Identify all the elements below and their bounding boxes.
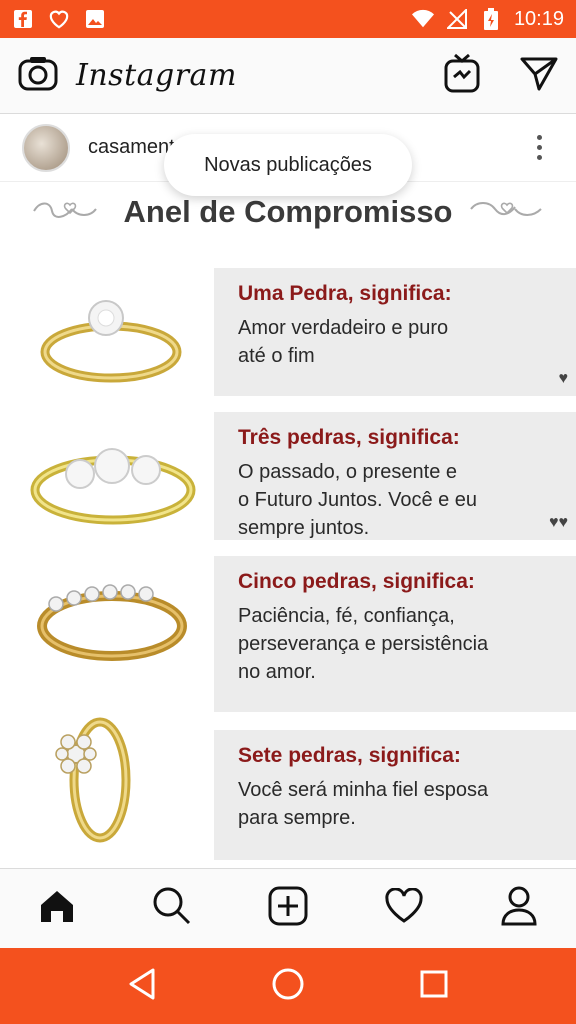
recents-icon[interactable] [419,969,449,1004]
facebook-icon [12,8,34,30]
card-heading: Sete pedras, significa: [238,744,461,767]
back-icon[interactable] [127,968,157,1005]
swirl-ornament-left [30,197,110,227]
single-stone-ring-image [40,300,182,383]
card-text-line: para sempre. [238,807,356,829]
igtv-icon[interactable] [444,53,480,98]
swirl-ornament-right [467,197,547,227]
heart-ornament-icon: ♥ [558,370,569,387]
card-text-line: Paciência, fé, confiança, [238,605,455,627]
activity-heart-icon[interactable] [384,887,424,929]
heart-outline-icon [48,8,70,30]
instagram-logo[interactable]: Instagram [76,58,237,93]
card-text-line: no amor. [238,661,316,683]
battery-charging-icon [480,8,502,30]
card-text-line: Amor verdadeiro e puro [238,317,449,339]
card-one-stone: Uma Pedra, significa: Amor verdadeiro e … [214,268,576,396]
card-text-line: sempre juntos. [238,517,370,539]
new-posts-pill[interactable]: Novas publicações [164,134,412,196]
image-title-row: Anel de Compromisso [0,194,576,230]
image-icon [84,8,106,30]
card-text-line: o Futuro Juntos. Você e eu [238,489,478,511]
card-three-stones: Três pedras, significa: O passado, o pre… [214,412,576,540]
card-heading: Três pedras, significa: [238,426,460,449]
image-title: Anel de Compromisso [123,194,453,229]
card-text-line: perseverança e persistência [238,633,489,655]
post-username[interactable]: casament [88,136,175,159]
three-stone-ring-image [30,448,196,525]
heart-ornament-icon: ♥♥ [549,514,568,531]
no-signal-icon [446,8,468,30]
five-stone-ring-image [37,584,187,661]
card-text-line: até o fim [238,345,315,367]
camera-icon[interactable] [18,55,58,96]
bottom-navigation [0,868,576,948]
card-heading: Uma Pedra, significa: [238,282,452,305]
card-text-line: O passado, o presente e [238,461,458,483]
card-text-line: Você será minha fiel esposa [238,779,489,801]
card-heading: Cinco pedras, significa: [238,570,475,593]
profile-icon[interactable] [500,886,538,931]
status-bar: 10:19 [0,0,576,38]
wifi-icon [411,8,434,30]
card-seven-stones: Sete pedras, significa: Você será minha … [214,730,576,860]
app-bar: Instagram [0,38,576,114]
search-icon[interactable] [152,886,192,931]
avatar[interactable] [22,123,70,172]
clock: 10:19 [513,7,564,30]
home-icon[interactable] [38,887,76,930]
seven-stone-ring-image [55,717,131,843]
add-post-icon[interactable] [268,886,308,931]
home-circle-icon[interactable] [271,967,305,1006]
android-navigation-bar [0,948,576,1024]
card-five-stones: Cinco pedras, significa: Paciência, fé, … [214,556,576,712]
direct-message-icon[interactable] [520,55,558,96]
more-options-icon[interactable] [537,135,542,160]
post-image[interactable]: Anel de Compromisso Uma Pedra, significa… [0,182,576,868]
